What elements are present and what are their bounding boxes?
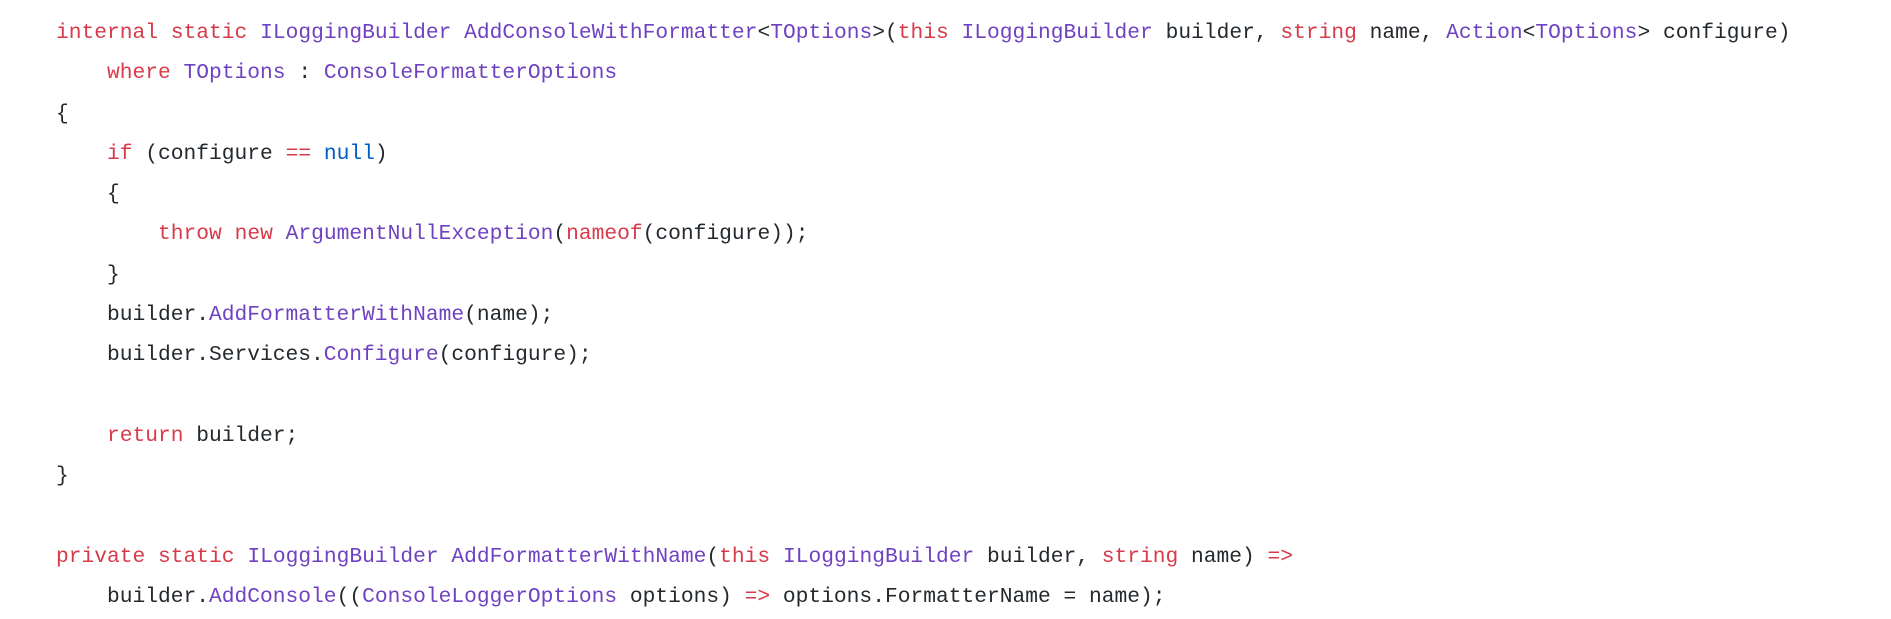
code-token: name, (1356, 21, 1447, 45)
code-line: { (56, 174, 1790, 214)
code-line: if (configure == null) (56, 134, 1790, 174)
code-line: internal static ILoggingBuilder AddConso… (56, 13, 1790, 53)
code-token: name) (1178, 544, 1268, 569)
code-token: (configure); (438, 343, 592, 368)
code-token: options) (617, 585, 745, 610)
code-token: string (1101, 544, 1179, 569)
code-token: if (107, 141, 133, 166)
code-token: TOptions (183, 61, 286, 86)
code-token: builder.Services. (56, 343, 324, 368)
code-token: builder, (1152, 21, 1281, 45)
code-token: ( (553, 222, 567, 247)
code-line: where TOptions : ConsoleFormatterOptions (56, 53, 1790, 93)
code-token: this (719, 544, 771, 569)
code-token: builder. (56, 303, 210, 328)
code-token: AddFormatterWithName (451, 544, 707, 569)
code-token: (configure)); (642, 222, 809, 247)
code-token: TOptions (770, 21, 873, 45)
code-line: return builder; (56, 416, 1790, 456)
code-token: TOptions (1535, 21, 1638, 45)
code-token: throw (158, 222, 222, 247)
code-token: this (897, 21, 949, 45)
code-token: { (56, 182, 120, 207)
code-line: builder.Services.Configure(configure); (56, 335, 1790, 375)
code-token: (( (336, 585, 363, 610)
code-line: throw new ArgumentNullException(nameof(c… (56, 214, 1790, 254)
code-token: new (234, 222, 273, 247)
code-token: AddFormatterWithName (209, 303, 465, 328)
code-token: : (285, 61, 324, 86)
code-token: ArgumentNullException (285, 222, 554, 247)
code-token: ( (706, 544, 720, 569)
code-token: (configure (132, 141, 286, 166)
code-token: ConsoleFormatterOptions (323, 61, 618, 86)
code-token: nameof (566, 222, 643, 247)
code-token: AddConsole (209, 585, 337, 610)
code-block: internal static ILoggingBuilder AddConso… (56, 13, 1790, 617)
code-line: } (56, 255, 1790, 295)
code-token: == (285, 141, 312, 166)
code-line: builder.AddConsole((ConsoleLoggerOptions… (56, 577, 1790, 617)
code-token: builder; (183, 423, 299, 448)
code-token: ConsoleLoggerOptions (362, 585, 618, 610)
code-token: => (1267, 544, 1294, 569)
code-token: >( (872, 21, 898, 45)
code-token: { (56, 101, 69, 126)
code-token: string (1280, 21, 1357, 45)
code-token: ILoggingBuilder (247, 544, 439, 569)
code-token: builder, (974, 544, 1102, 569)
code-token: => (744, 585, 771, 610)
code-token: ILoggingBuilder (782, 544, 975, 569)
code-line: { (56, 94, 1790, 134)
code-token: private (56, 544, 146, 569)
code-token: ILoggingBuilder (260, 21, 452, 45)
code-line: } (56, 456, 1790, 496)
code-token: AddConsoleWithFormatter (464, 21, 758, 45)
code-token: null (323, 141, 375, 166)
code-line: private static ILoggingBuilder AddFormat… (56, 537, 1790, 577)
code-token: (name); (464, 303, 554, 328)
code-line: builder.AddFormatterWithName(name); (56, 295, 1790, 335)
code-token: static (158, 544, 235, 569)
code-token: > configure) (1637, 21, 1791, 45)
code-token: Configure (323, 343, 439, 368)
code-token: internal (56, 21, 159, 45)
code-token: < (1522, 21, 1536, 45)
code-token: builder. (56, 585, 210, 610)
code-token: ILoggingBuilder (961, 21, 1153, 45)
code-token: } (56, 464, 69, 489)
code-token: static (170, 21, 248, 45)
code-token: return (107, 423, 184, 448)
code-token: < (757, 21, 771, 45)
code-token: Action (1446, 21, 1523, 45)
code-token: options.FormatterName = name); (770, 585, 1166, 610)
code-token: ) (374, 141, 388, 166)
code-token: where (107, 61, 171, 86)
code-token: } (56, 262, 120, 287)
